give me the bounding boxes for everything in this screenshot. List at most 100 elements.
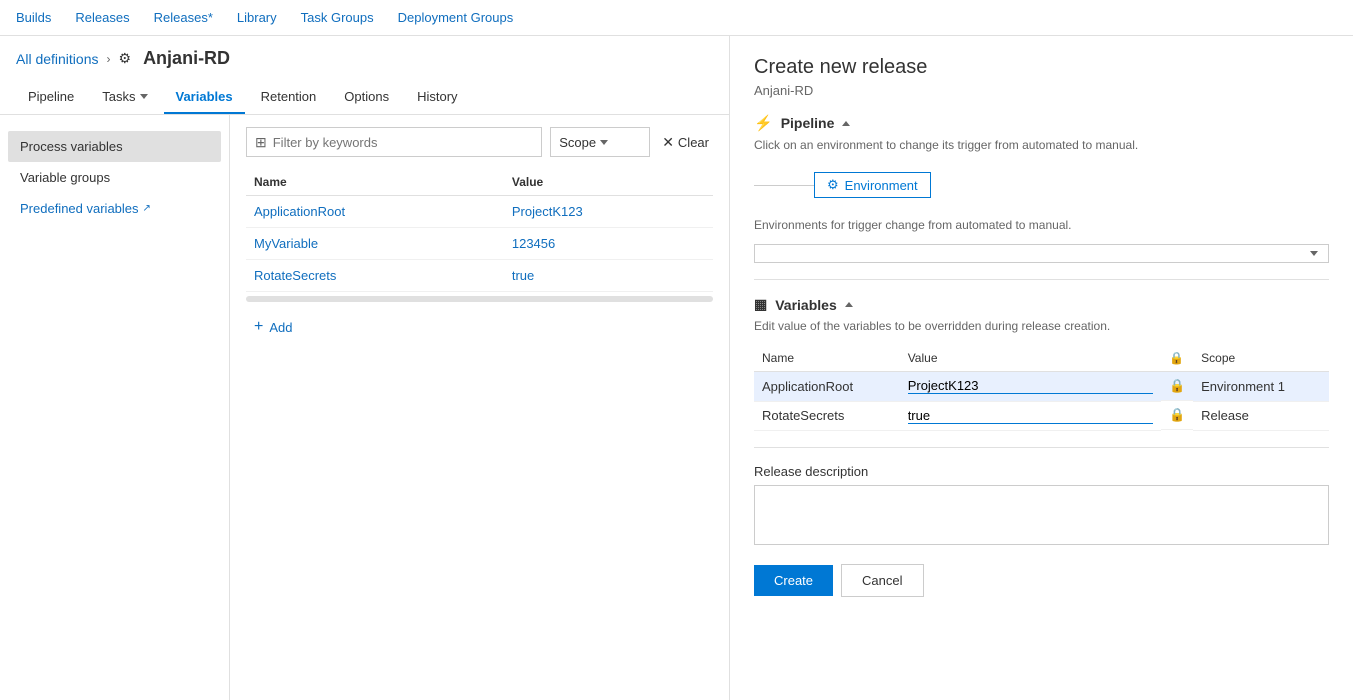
var-value-cell[interactable]: ProjectK123 <box>504 196 713 228</box>
rv-value-cell[interactable] <box>900 372 1161 402</box>
add-variable-button[interactable]: + Add <box>246 310 713 344</box>
rv-value-cell[interactable] <box>900 401 1161 430</box>
sidebar-item-predefined-variables[interactable]: Predefined variables ↗ <box>8 193 221 224</box>
breadcrumb-home[interactable]: All definitions <box>16 51 99 67</box>
tab-bar: Pipeline Tasks VariablesRetentionOptionsHi… <box>0 81 729 115</box>
variables-collapse-icon[interactable] <box>845 302 853 307</box>
breadcrumb-arrow: › <box>107 52 111 66</box>
clear-x-icon: ✕ <box>662 134 674 151</box>
table-row: RotateSecrets 🔒 Release <box>754 401 1329 430</box>
filter-input-container: ⊞ <box>246 127 542 157</box>
var-name-cell[interactable]: RotateSecrets <box>246 260 504 292</box>
tab-variables[interactable]: Variables <box>164 81 245 114</box>
tab-pipeline[interactable]: Pipeline <box>16 81 86 114</box>
tab-tasks[interactable]: Tasks <box>90 81 159 114</box>
rv-scope-cell: Environment 1 <box>1193 372 1329 402</box>
rv-col-value: Value <box>900 345 1161 372</box>
rv-value-input[interactable] <box>908 408 1153 424</box>
variables-label: Variables <box>775 297 837 313</box>
rv-scope-cell: Release <box>1193 401 1329 430</box>
release-desc-input[interactable] <box>754 485 1329 545</box>
sidebar-label-predefined-variables: Predefined variables <box>20 201 139 216</box>
var-value-cell[interactable]: true <box>504 260 713 292</box>
env-button-icon: ⚙ <box>827 177 839 193</box>
add-label: Add <box>269 320 292 335</box>
rv-col-name: Name <box>754 345 900 372</box>
filter-icon: ⊞ <box>255 134 267 151</box>
col-header-value: Value <box>504 169 713 196</box>
scope-dropdown[interactable]: Scope <box>550 127 650 157</box>
var-value-cell[interactable]: 123456 <box>504 228 713 260</box>
breadcrumb-icon: ⚙ <box>119 50 132 67</box>
env-line <box>754 185 814 186</box>
variables-icon: ▦ <box>754 296 767 313</box>
pipeline-collapse-icon[interactable] <box>842 121 850 126</box>
main-layout: All definitions › ⚙ Anjani-RD Pipeline Ta… <box>0 36 1353 700</box>
content-area: Process variablesVariable groupsPredefin… <box>0 115 729 700</box>
pipeline-icon: ⚡ <box>754 114 773 132</box>
rv-name-cell: ApplicationRoot <box>754 372 900 402</box>
pipeline-section-desc: Click on an environment to change its tr… <box>754 138 1329 152</box>
nav-item-releases-star[interactable]: Releases* <box>154 10 213 25</box>
trigger-dropdown[interactable] <box>754 244 1329 263</box>
rv-lock-cell[interactable]: 🔒 <box>1161 372 1193 401</box>
rv-name-cell: RotateSecrets <box>754 401 900 430</box>
scope-label: Scope <box>559 135 596 150</box>
create-button[interactable]: Create <box>754 565 833 596</box>
tab-arrow-tasks <box>140 94 148 99</box>
external-link-icon: ↗ <box>143 203 151 214</box>
pipeline-section-header: ⚡ Pipeline <box>754 114 1329 132</box>
environment-button[interactable]: ⚙ Environment <box>814 172 931 198</box>
tab-history[interactable]: History <box>405 81 469 114</box>
tab-retention[interactable]: Retention <box>249 81 329 114</box>
table-row: RotateSecrets true <box>246 260 713 292</box>
clear-button[interactable]: ✕ Clear <box>658 130 713 155</box>
var-name-cell[interactable]: ApplicationRoot <box>246 196 504 228</box>
nav-item-builds[interactable]: Builds <box>16 10 51 25</box>
sidebar: Process variablesVariable groupsPredefin… <box>0 115 230 700</box>
release-desc-label: Release description <box>754 464 1329 479</box>
sidebar-item-variable-groups[interactable]: Variable groups <box>8 162 221 193</box>
breadcrumb: All definitions › ⚙ Anjani-RD <box>0 36 729 81</box>
tab-label-tasks: Tasks <box>102 89 135 104</box>
top-nav: Builds Releases Releases* Library Task Group… <box>0 0 1353 36</box>
section-divider <box>754 279 1329 280</box>
sidebar-item-process-variables[interactable]: Process variables <box>8 131 221 162</box>
left-panel: All definitions › ⚙ Anjani-RD Pipeline Ta… <box>0 36 730 700</box>
add-icon: + <box>254 318 263 336</box>
variables-section-header: ▦ Variables <box>754 296 1329 313</box>
clear-label: Clear <box>678 135 709 150</box>
trigger-chevron-icon <box>1310 251 1318 256</box>
filter-keyword-input[interactable] <box>273 135 533 150</box>
table-row: MyVariable 123456 <box>246 228 713 260</box>
nav-item-task-groups[interactable]: Task Groups <box>301 10 374 25</box>
var-name-cell[interactable]: MyVariable <box>246 228 504 260</box>
pipeline-label: Pipeline <box>781 115 835 131</box>
right-panel: Create new release Anjani-RD ⚡ Pipeline … <box>730 36 1353 700</box>
env-button-label: Environment <box>845 178 918 193</box>
scrollbar[interactable] <box>246 296 713 302</box>
nav-item-library[interactable]: Library <box>237 10 277 25</box>
section-divider-2 <box>754 447 1329 448</box>
rv-value-input[interactable] <box>908 378 1153 394</box>
table-row: ApplicationRoot 🔒 Environment 1 <box>754 372 1329 402</box>
filter-bar: ⊞ Scope ✕ Clear <box>246 127 713 157</box>
nav-item-deployment-groups[interactable]: Deployment Groups <box>398 10 514 25</box>
rv-col-scope: Scope <box>1193 345 1329 372</box>
scope-chevron-icon <box>600 140 608 145</box>
cancel-button[interactable]: Cancel <box>841 564 923 597</box>
rv-lock-cell[interactable]: 🔒 <box>1161 401 1193 430</box>
panel-subtitle: Anjani-RD <box>754 83 1329 98</box>
variable-table: Name Value ApplicationRoot ProjectK123 M… <box>246 169 713 292</box>
action-bar: Create Cancel <box>754 564 1329 597</box>
panel-title: Create new release <box>754 56 1329 79</box>
tab-options[interactable]: Options <box>332 81 401 114</box>
col-header-name: Name <box>246 169 504 196</box>
trigger-label: Environments for trigger change from aut… <box>754 218 1329 232</box>
nav-item-releases[interactable]: Releases <box>75 10 129 25</box>
variables-section-desc: Edit value of the variables to be overri… <box>754 319 1329 333</box>
table-row: ApplicationRoot ProjectK123 <box>246 196 713 228</box>
release-variables-table: Name Value 🔒 Scope ApplicationRoot 🔒 Env… <box>754 345 1329 431</box>
pipeline-env-row: ⚙ Environment <box>754 164 1329 206</box>
rv-col-lock: 🔒 <box>1161 345 1193 372</box>
